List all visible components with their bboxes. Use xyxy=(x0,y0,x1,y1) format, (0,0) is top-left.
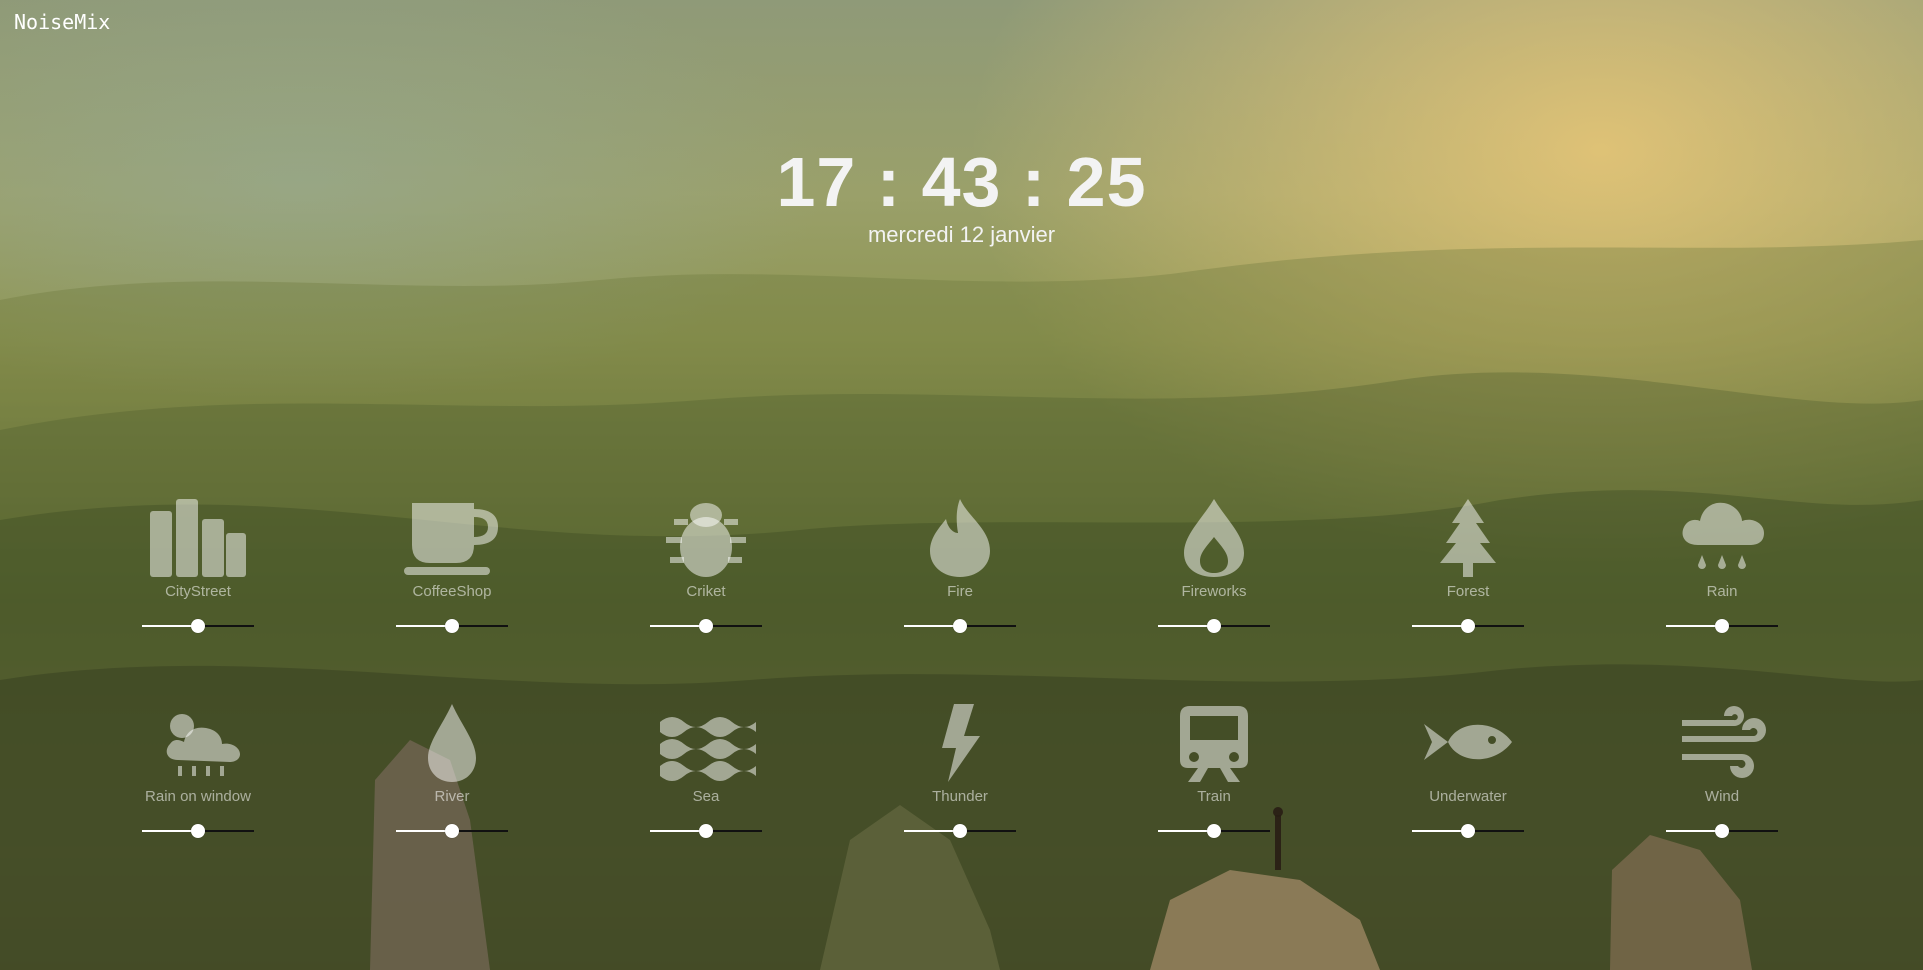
sound-criket: Criket xyxy=(626,495,786,634)
sun-cloud-rain-icon[interactable] xyxy=(143,700,253,784)
sound-train: Train xyxy=(1134,700,1294,839)
volume-slider-criket[interactable] xyxy=(650,618,762,634)
sound-label: CityStreet xyxy=(165,583,231,600)
slider-thumb[interactable] xyxy=(1461,824,1475,838)
slider-fill xyxy=(396,830,452,832)
slider-fill xyxy=(142,830,198,832)
volume-slider-fireworks[interactable] xyxy=(1158,618,1270,634)
sound-label: Thunder xyxy=(932,788,988,805)
slider-fill xyxy=(904,625,960,627)
sound-fire: Fire xyxy=(880,495,1040,634)
volume-slider-citystreet[interactable] xyxy=(142,618,254,634)
volume-slider-fire[interactable] xyxy=(904,618,1016,634)
slider-fill xyxy=(142,625,198,627)
slider-thumb[interactable] xyxy=(445,619,459,633)
sound-label: River xyxy=(434,788,470,805)
volume-slider-train[interactable] xyxy=(1158,823,1270,839)
volume-slider-sea[interactable] xyxy=(650,823,762,839)
sound-underwater: Underwater xyxy=(1388,700,1548,839)
slider-fill xyxy=(396,625,452,627)
pine-tree-icon[interactable] xyxy=(1413,495,1523,579)
slider-thumb[interactable] xyxy=(1461,619,1475,633)
app-title: NoiseMix xyxy=(14,10,111,34)
sound-rain: Rain xyxy=(1642,495,1802,634)
sound-label: Fire xyxy=(947,583,973,600)
water-drop-icon[interactable] xyxy=(397,700,507,784)
sound-label: Sea xyxy=(692,788,720,805)
slider-thumb[interactable] xyxy=(699,824,713,838)
clock-time: 17 : 43 : 25 xyxy=(776,143,1147,221)
slider-fill xyxy=(1158,830,1214,832)
slider-thumb[interactable] xyxy=(191,824,205,838)
train-icon[interactable] xyxy=(1159,700,1269,784)
slider-thumb[interactable] xyxy=(953,824,967,838)
sound-coffeeshop: CoffeeShop xyxy=(372,495,532,634)
sound-label: Underwater xyxy=(1429,788,1507,805)
slider-fill xyxy=(650,625,706,627)
sound-label: Train xyxy=(1197,788,1231,805)
fish-icon[interactable] xyxy=(1413,700,1523,784)
sound-wind: Wind xyxy=(1642,700,1802,839)
volume-slider-underwater[interactable] xyxy=(1412,823,1524,839)
sound-label: Rain on window xyxy=(145,788,251,805)
bug-icon[interactable] xyxy=(651,495,761,579)
slider-fill xyxy=(1412,830,1468,832)
sound-label: Forest xyxy=(1446,583,1490,600)
lightning-bolt-icon[interactable] xyxy=(905,700,1015,784)
sound-sea: Sea xyxy=(626,700,786,839)
coffee-cup-icon[interactable] xyxy=(397,495,507,579)
sound-rain-on-window: Rain on window xyxy=(118,700,278,839)
sound-river: River xyxy=(372,700,532,839)
sound-label: Rain xyxy=(1706,583,1738,600)
sound-forest: Forest xyxy=(1388,495,1548,634)
flame-icon[interactable] xyxy=(905,495,1015,579)
fire-drop-icon[interactable] xyxy=(1159,495,1269,579)
slider-thumb[interactable] xyxy=(699,619,713,633)
waves-icon[interactable] xyxy=(651,700,761,784)
slider-fill xyxy=(650,830,706,832)
volume-slider-wind[interactable] xyxy=(1666,823,1778,839)
sound-fireworks: Fireworks xyxy=(1134,495,1294,634)
volume-slider-forest[interactable] xyxy=(1412,618,1524,634)
volume-slider-thunder[interactable] xyxy=(904,823,1016,839)
cloud-rain-icon[interactable] xyxy=(1667,495,1777,579)
sound-thunder: Thunder xyxy=(880,700,1040,839)
volume-slider-river[interactable] xyxy=(396,823,508,839)
sound-label: Wind xyxy=(1704,788,1740,805)
sound-label: Criket xyxy=(686,583,726,600)
slider-thumb[interactable] xyxy=(953,619,967,633)
slider-fill xyxy=(1666,625,1722,627)
wind-icon[interactable] xyxy=(1667,700,1777,784)
city-buildings-icon[interactable] xyxy=(143,495,253,579)
sound-label: CoffeeShop xyxy=(412,583,492,600)
slider-thumb[interactable] xyxy=(191,619,205,633)
slider-thumb[interactable] xyxy=(445,824,459,838)
volume-slider-rain-on-window[interactable] xyxy=(142,823,254,839)
clock-date: mercredi 12 janvier xyxy=(867,222,1056,247)
slider-fill xyxy=(904,830,960,832)
slider-thumb[interactable] xyxy=(1715,824,1729,838)
slider-thumb[interactable] xyxy=(1207,824,1221,838)
sound-citystreet: CityStreet xyxy=(118,495,278,634)
volume-slider-coffeeshop[interactable] xyxy=(396,618,508,634)
sound-label: Fireworks xyxy=(1181,583,1247,600)
slider-fill xyxy=(1412,625,1468,627)
slider-thumb[interactable] xyxy=(1207,619,1221,633)
slider-fill xyxy=(1666,830,1722,832)
volume-slider-rain[interactable] xyxy=(1666,618,1778,634)
slider-fill xyxy=(1158,625,1214,627)
slider-thumb[interactable] xyxy=(1715,619,1729,633)
